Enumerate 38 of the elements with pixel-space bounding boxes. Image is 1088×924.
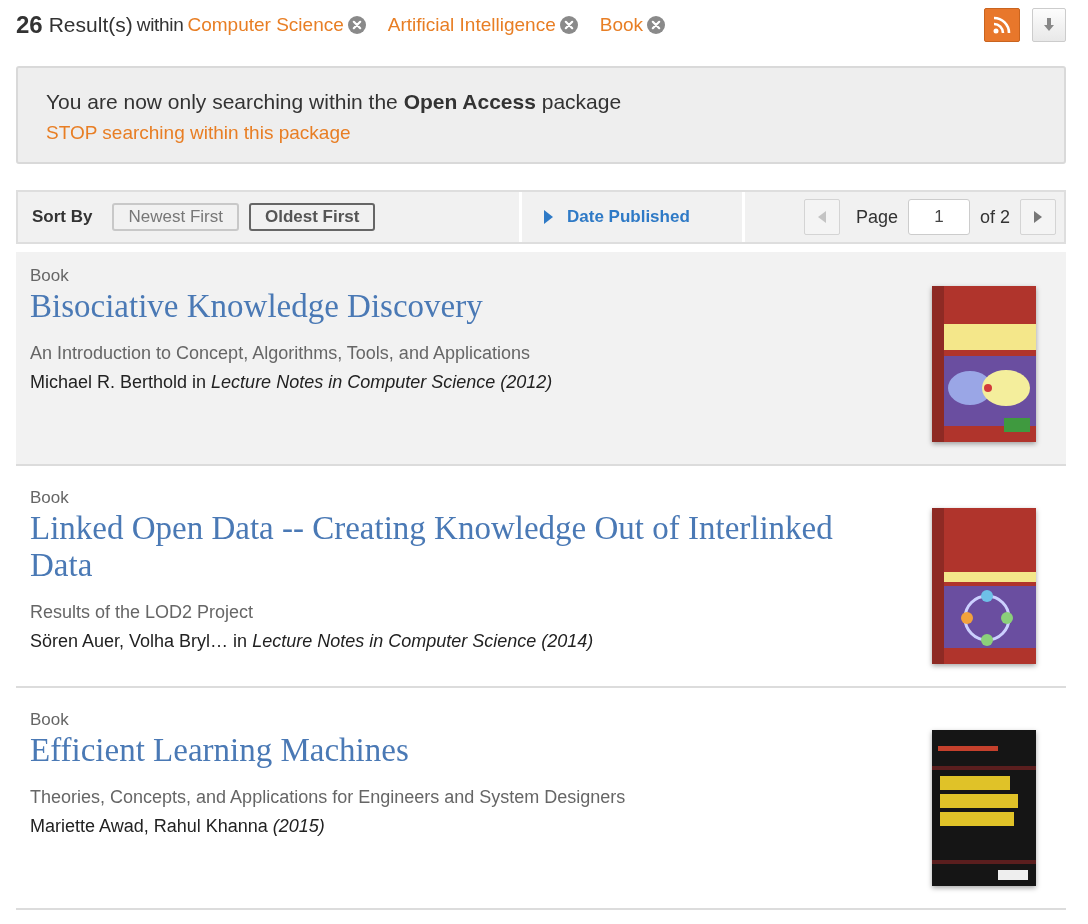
content-type: Book [30, 266, 70, 286]
notice-message: You are now only searching within the Open Access package [46, 90, 623, 114]
remove-filter-icon[interactable] [347, 16, 366, 34]
result-title-link[interactable]: Efficient Learning Machines [30, 732, 870, 769]
result-title-link[interactable]: Linked Open Data -- Creating Knowledge Out of Interlinked Data [30, 510, 870, 584]
result-title-link[interactable]: Bisociative Knowledge Discovery [30, 288, 870, 325]
results-label: Result(s) [48, 13, 133, 37]
triangle-icon [544, 210, 553, 224]
stop-searching-link[interactable]: STOP searching within this package [46, 122, 1036, 144]
sort-by-label: Sort By [32, 207, 93, 227]
filter-link[interactable]: Computer Science [187, 14, 344, 36]
right-arrow-icon [1034, 211, 1042, 223]
sort-field-link[interactable]: Date Published [544, 207, 690, 227]
remove-filter-icon[interactable] [559, 16, 578, 34]
page-total: of 2 [979, 206, 1010, 228]
filter-link[interactable]: Artificial Intelligence [387, 14, 556, 36]
result-count: 26 [16, 11, 43, 39]
page-label: Page [855, 206, 898, 228]
sort-option[interactable]: Newest First [112, 203, 239, 231]
result-byline: Mariette Awad, Rahul Khanna (2015) [30, 816, 326, 837]
result-subtitle: Results of the LOD2 Project [30, 602, 255, 623]
result-byline: Michael R. Berthold in Lecture Notes in Computer Science (2012) [30, 372, 554, 393]
content-type: Book [30, 710, 70, 730]
result-subtitle: Theories, Concepts, and Applications for Engineers and System Designers [30, 787, 627, 808]
left-arrow-icon [817, 211, 826, 223]
rss-button[interactable] [984, 8, 1020, 42]
content-type: Book [30, 488, 70, 508]
sort-option[interactable]: Oldest First [248, 203, 376, 231]
remove-filter-icon[interactable] [647, 16, 666, 34]
filter-link[interactable]: Book [599, 14, 644, 36]
within-label: within [136, 14, 184, 36]
download-icon [1043, 18, 1055, 32]
next-page-button[interactable] [1020, 199, 1056, 235]
rss-icon [993, 16, 1011, 34]
result-subtitle: An Introduction to Concept, Algorithms, Tools, and Applications [30, 343, 531, 364]
page-input[interactable]: 1 [907, 199, 970, 235]
download-button[interactable] [1032, 8, 1066, 42]
result-byline: Sören Auer, Volha Bryl… in Lecture Notes in Computer Science (2014) [30, 631, 595, 652]
